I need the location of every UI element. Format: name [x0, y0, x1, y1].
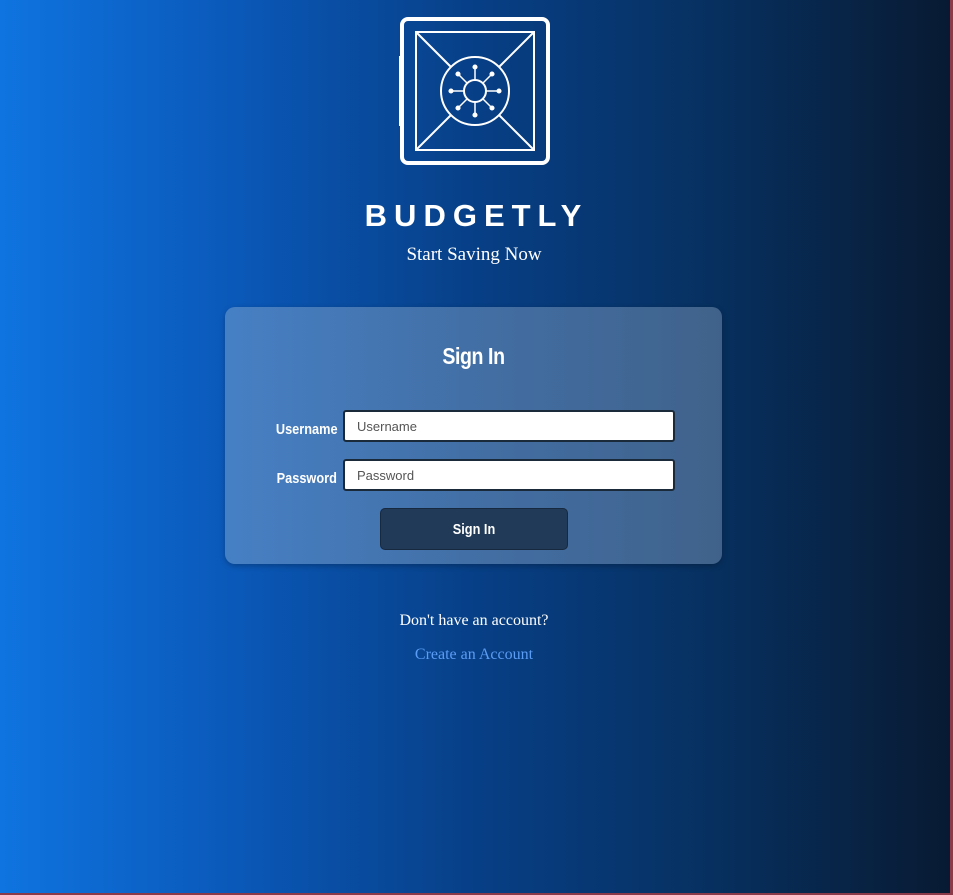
signin-button-label: Sign In [452, 520, 496, 538]
create-account-link[interactable]: Create an Account [0, 646, 948, 664]
username-input[interactable] [343, 410, 675, 442]
vault-safe-icon [399, 17, 550, 165]
signin-button[interactable]: Sign In [380, 508, 568, 550]
signin-title: Sign In [442, 343, 505, 369]
username-label: Username [276, 421, 338, 438]
signin-card: Sign In Username Password Sign In [225, 307, 722, 564]
brand-tagline: Start Saving Now [406, 244, 542, 265]
password-label: Password [276, 470, 337, 487]
no-account-prompt: Don't have an account? [399, 612, 549, 629]
brand-title: BUDGETLY [364, 198, 589, 233]
password-input[interactable] [343, 459, 675, 491]
